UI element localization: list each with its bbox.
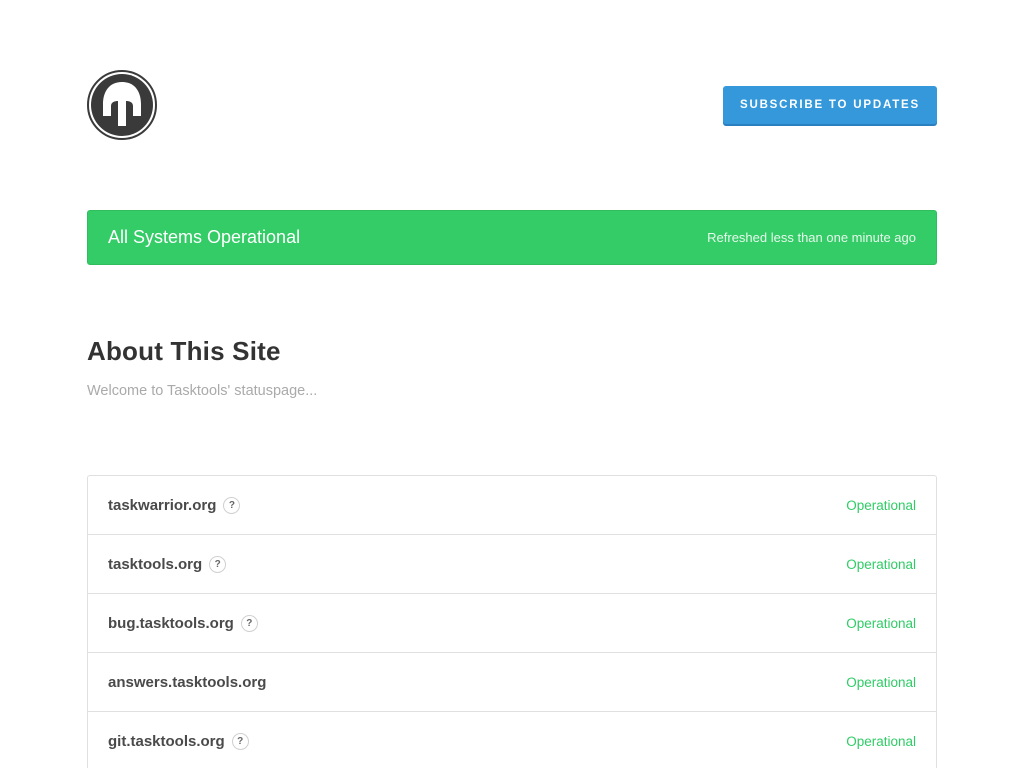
component-status: Operational [846, 674, 916, 690]
component-status: Operational [846, 556, 916, 572]
status-banner: All Systems Operational Refreshed less t… [87, 210, 937, 265]
about-title: About This Site [87, 336, 281, 366]
help-icon[interactable]: ? [240, 614, 258, 632]
about-description: Welcome to Tasktools' statuspage... [87, 383, 318, 399]
status-page: Subscribe to Updates All Systems Operati… [0, 0, 1024, 768]
component-row: answers.tasktools.org Operational [88, 653, 936, 712]
overall-status: All Systems Operational [108, 227, 301, 247]
component-name: taskwarrior.org [108, 496, 217, 514]
spartan-helmet-icon[interactable] [87, 70, 157, 140]
component-name: answers.tasktools.org [108, 673, 267, 691]
component-row: git.tasktools.org ? Operational [88, 712, 936, 768]
subscribe-button[interactable]: Subscribe to Updates [723, 86, 937, 124]
components-list: taskwarrior.org ? Operational tasktools.… [87, 475, 937, 768]
component-row: tasktools.org ? Operational [88, 535, 936, 594]
component-status: Operational [846, 733, 916, 749]
component-name: bug.tasktools.org [108, 614, 234, 632]
component-name: git.tasktools.org [108, 732, 225, 750]
component-status: Operational [846, 615, 916, 631]
help-icon[interactable]: ? [231, 732, 249, 750]
component-row: taskwarrior.org ? Operational [88, 476, 936, 535]
help-icon[interactable]: ? [209, 555, 227, 573]
component-status: Operational [846, 497, 916, 513]
component-name: tasktools.org [108, 555, 203, 573]
help-icon[interactable]: ? [223, 496, 241, 514]
component-row: bug.tasktools.org ? Operational [88, 594, 936, 653]
refresh-timestamp: Refreshed less than one minute ago [707, 230, 916, 245]
